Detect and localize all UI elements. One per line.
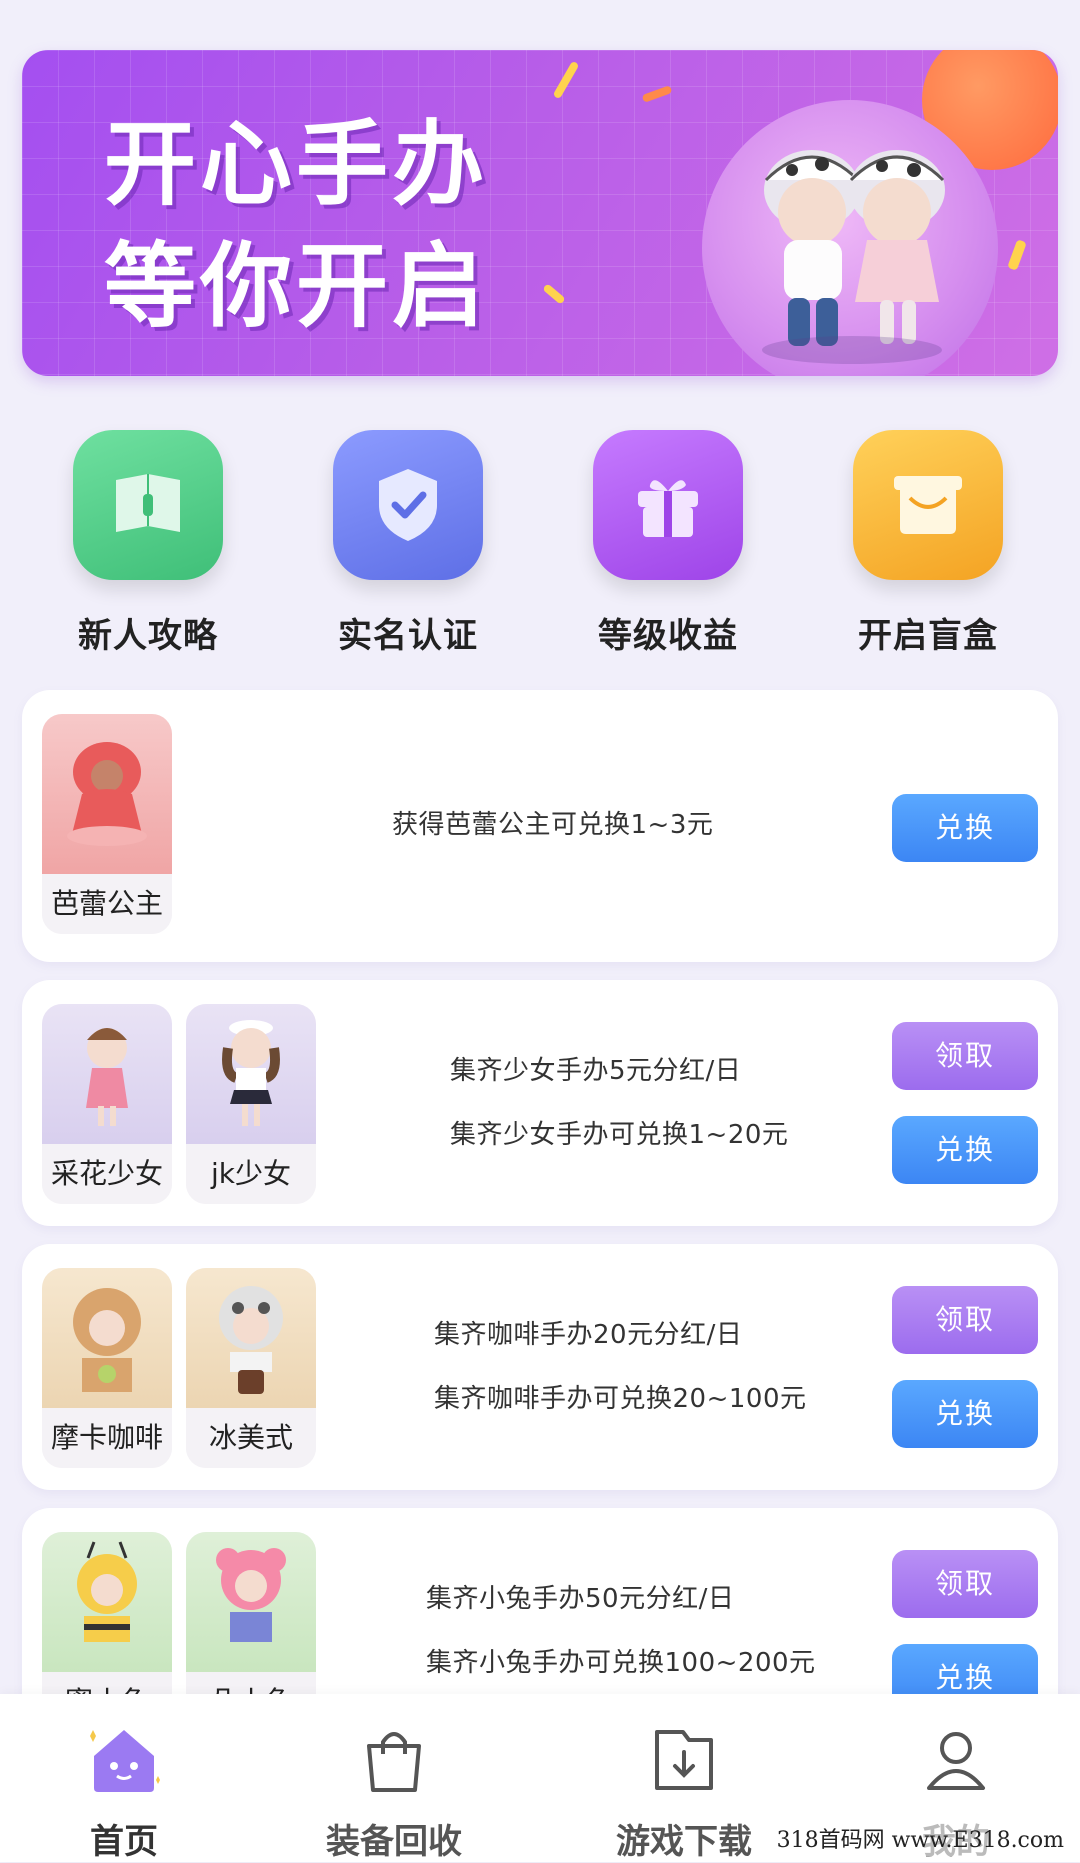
reward-card-ballet: 芭蕾公主 获得芭蕾公主可兑换1~3元 兑换 [22, 690, 1058, 962]
nav-equipment-recycle[interactable]: 装备回收 [294, 1694, 494, 1863]
figure-name: 冰美式 [186, 1408, 316, 1468]
nav-game-download[interactable]: 游戏下载 [584, 1694, 784, 1863]
figure-image [186, 1268, 316, 1408]
quick-action-real-name[interactable]: 实名认证 [298, 430, 518, 657]
figure-image [186, 1004, 316, 1144]
nav-label: 首页 [90, 1822, 158, 1862]
book-icon [73, 430, 223, 580]
shield-check-icon [333, 430, 483, 580]
figure-name: 摩卡咖啡 [42, 1408, 172, 1468]
promo-banner[interactable]: 开心手办 等你开启 [22, 50, 1058, 376]
claim-button[interactable]: 领取 [892, 1286, 1038, 1354]
claim-button[interactable]: 领取 [892, 1550, 1038, 1618]
quick-action-open-blind-box[interactable]: 开启盲盒 [818, 430, 1038, 657]
shopping-bag-icon [294, 1722, 494, 1796]
card-description: 获得芭蕾公主可兑换1~3元 [392, 810, 714, 840]
banner-title: 开心手办 等你开启 [104, 111, 489, 340]
quick-actions: 新人攻略 实名认证 等级收益 开启盲盒 [0, 430, 1080, 670]
nav-label: 游戏下载 [616, 1822, 752, 1862]
figure-thumbnail[interactable]: 摩卡咖啡 [42, 1268, 172, 1468]
download-icon [584, 1722, 784, 1796]
exchange-button[interactable]: 兑换 [892, 794, 1038, 862]
figure-image [42, 1268, 172, 1408]
quick-action-label: 等级收益 [598, 616, 738, 656]
nav-home[interactable]: 首页 [24, 1694, 224, 1863]
card-line-exchange: 集齐小兔手办可兑换100~200元 [426, 1648, 816, 1678]
reward-card-girls: 采花少女 jk少女 集齐少女手办5元分红/日 集齐少女手办可兑换1~20元 领取… [22, 980, 1058, 1226]
figure-thumbnail[interactable]: 采花少女 [42, 1004, 172, 1204]
reward-card-coffee: 摩卡咖啡 冰美式 集齐咖啡手办20元分红/日 集齐咖啡手办可兑换20~100元 … [22, 1244, 1058, 1490]
claim-button[interactable]: 领取 [892, 1022, 1038, 1090]
quick-action-label: 新人攻略 [78, 616, 218, 656]
figure-name: 采花少女 [42, 1144, 172, 1204]
card-line-exchange: 集齐咖啡手办可兑换20~100元 [434, 1384, 807, 1414]
home-icon [24, 1722, 224, 1796]
exchange-button[interactable]: 兑换 [892, 1116, 1038, 1184]
quick-action-label: 开启盲盒 [858, 616, 998, 656]
exchange-button[interactable]: 兑换 [892, 1380, 1038, 1448]
figure-thumbnail[interactable]: 芭蕾公主 [42, 714, 172, 934]
figure-image [42, 1532, 172, 1672]
figure-name: 芭蕾公主 [42, 874, 172, 934]
figure-image [42, 714, 172, 874]
gift-icon [593, 430, 743, 580]
figure-name: jk少女 [186, 1144, 316, 1204]
banner-figure-circle [702, 100, 998, 376]
card-line-dividend: 集齐咖啡手办20元分红/日 [434, 1320, 743, 1350]
quick-action-newbie-guide[interactable]: 新人攻略 [38, 430, 258, 657]
watermark: 318首码网 www.E318.com [772, 1820, 1068, 1856]
card-line-exchange: 集齐少女手办可兑换1~20元 [450, 1120, 789, 1150]
card-line-dividend: 集齐小兔手办50元分红/日 [426, 1584, 735, 1614]
figure-image [42, 1004, 172, 1144]
card-line-dividend: 集齐少女手办5元分红/日 [450, 1056, 742, 1086]
box-icon [853, 430, 1003, 580]
quick-action-label: 实名认证 [338, 616, 478, 656]
twin-dolls-illustration [762, 150, 945, 364]
figure-thumbnail[interactable]: jk少女 [186, 1004, 316, 1204]
bottom-navigation: 首页 装备回收 游戏下载 我的 318首码网 www.E318.com [0, 1694, 1080, 1862]
quick-action-level-earnings[interactable]: 等级收益 [558, 430, 778, 657]
figure-image [186, 1532, 316, 1672]
user-icon [856, 1722, 1056, 1796]
nav-label: 装备回收 [326, 1822, 462, 1862]
figure-thumbnail[interactable]: 冰美式 [186, 1268, 316, 1468]
